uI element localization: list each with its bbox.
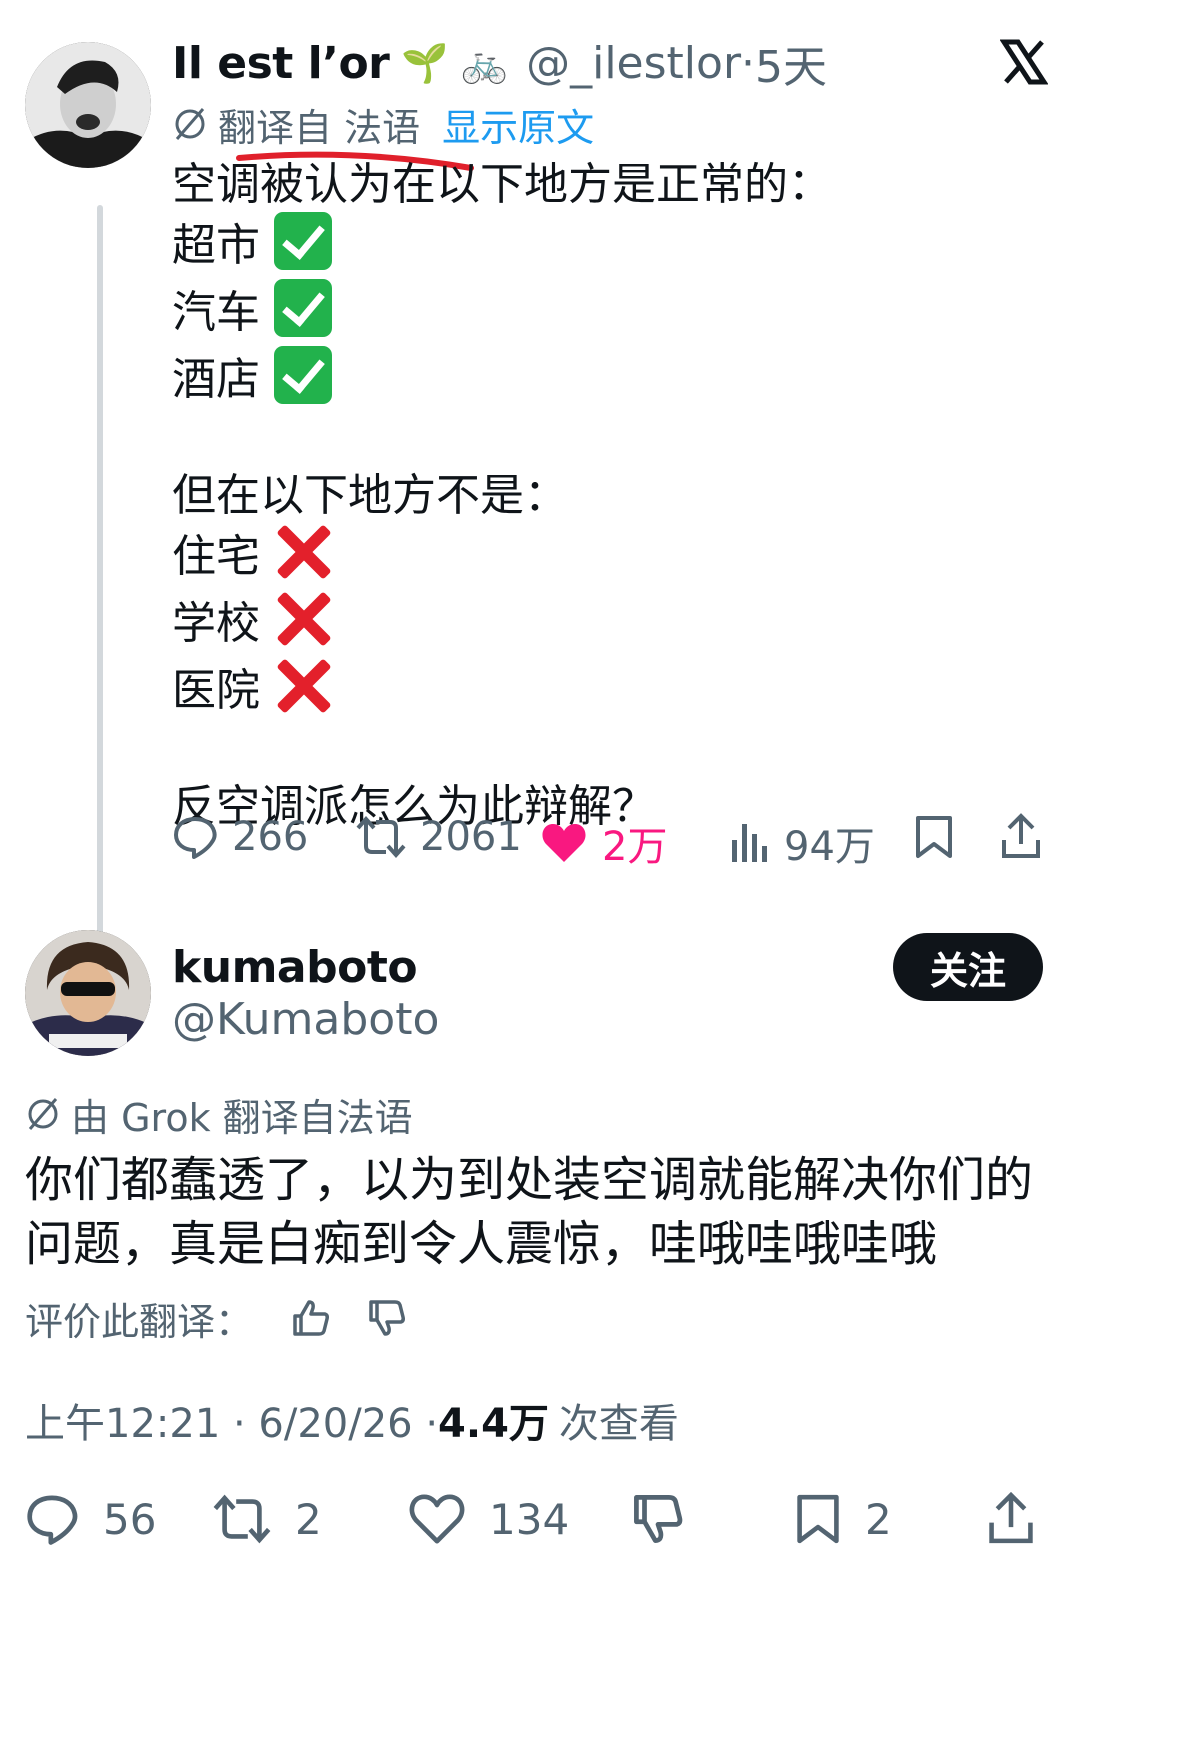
no-item-label: 医院 [172, 665, 260, 716]
author-name[interactable]: Il est l’or [172, 38, 390, 89]
separator: · [741, 37, 756, 89]
like-button[interactable]: 2万 [540, 814, 667, 872]
repost-count: 2 [295, 1494, 322, 1544]
reply-button[interactable]: 56 [25, 1492, 156, 1546]
reply-author-handle[interactable]: @Kumaboto [172, 992, 439, 1048]
check-icon [274, 279, 332, 337]
yes-item-label: 超市 [172, 220, 260, 271]
reply-count: 266 [232, 814, 309, 860]
yes-item: 汽车 [172, 279, 1072, 346]
no-item-label: 住宅 [172, 531, 260, 582]
views-icon [732, 824, 767, 862]
share-icon [989, 1491, 1033, 1544]
avatar[interactable] [25, 42, 151, 168]
reply-views-label: 次查看 [558, 1401, 679, 1447]
like-count: 2万 [602, 824, 668, 870]
translate-icon [172, 106, 208, 142]
no-item: 住宅 [172, 523, 1072, 590]
views-button[interactable]: 94万 [730, 814, 875, 872]
bookmark-count: 2 [865, 1494, 892, 1544]
cross-icon [274, 523, 332, 581]
dislike-button[interactable] [631, 1492, 685, 1550]
bookmark-icon [916, 816, 952, 858]
reply-body: 你们都蠢透了，以为到处装空调就能解决你们的 问题，真是白痴到令人震惊，哇哦哇哦哇… [25, 1148, 1165, 1276]
cross-icon [274, 590, 332, 648]
author-handle[interactable]: @_ilestlor [526, 38, 741, 89]
heart-filled-icon [542, 824, 586, 862]
yes-item-label: 汽车 [172, 287, 260, 338]
thumbs-down-icon[interactable] [367, 1298, 407, 1338]
reply-count: 56 [103, 1494, 157, 1544]
check-icon [274, 212, 332, 270]
translated-by-label: 由 Grok 翻译自法语 [71, 1095, 413, 1140]
like-count: 134 [489, 1494, 570, 1544]
share-button[interactable] [1000, 812, 1042, 864]
check-icon [274, 346, 332, 404]
thumbs-up-icon[interactable] [291, 1298, 331, 1338]
tweet-body: 空调被认为在以下地方是正常的： 超市 汽车 酒店 但在以下地方不是： 住宅 学校… [172, 152, 1072, 840]
share-icon [1002, 813, 1040, 858]
thumbs-down-icon [634, 1495, 683, 1543]
rate-translation-label: 评价此翻译： [25, 1299, 254, 1344]
post-time[interactable]: 5天 [755, 31, 827, 95]
repost-button[interactable]: 2061 [356, 814, 522, 860]
no-item: 医院 [172, 657, 1072, 724]
reply-author-name[interactable]: kumaboto [172, 940, 418, 996]
yes-item: 酒店 [172, 346, 1072, 413]
no-item-label: 学校 [172, 598, 260, 649]
no-item: 学校 [172, 590, 1072, 657]
follow-button[interactable]: 关注 [893, 933, 1043, 1001]
heart-icon [409, 1494, 465, 1544]
tweet-action-bar: 266 2061 2万 94万 [172, 810, 1052, 870]
reply-icon [174, 817, 217, 859]
yes-item-label: 酒店 [172, 354, 260, 405]
reply-button[interactable]: 266 [172, 814, 308, 860]
reply-timestamp[interactable]: 上午12:21 · 6/20/26 · [25, 1391, 438, 1449]
reply-action-bar: 56 2 134 2 [25, 1490, 1175, 1550]
translate-icon [25, 1096, 61, 1132]
intro-text: 空调被认为在以下地方是正常的： [172, 159, 832, 210]
author-emojis: 🌱 🚲 [401, 40, 509, 85]
middle-text: 但在以下地方不是： [172, 470, 568, 521]
bookmark-button[interactable] [914, 814, 954, 864]
like-button[interactable]: 134 [409, 1492, 569, 1546]
share-button[interactable] [987, 1490, 1035, 1550]
bookmark-icon [797, 1494, 839, 1544]
x-logo-icon[interactable] [999, 38, 1049, 86]
thread-line [97, 205, 103, 1031]
reply-views-count: 4.4万 [438, 1401, 549, 1447]
repost-count: 2061 [420, 814, 522, 860]
repost-button[interactable]: 2 [213, 1492, 322, 1546]
reply-icon [27, 1495, 78, 1545]
yes-item: 超市 [172, 212, 1072, 279]
avatar[interactable] [25, 930, 151, 1056]
reply-text-line: 问题，真是白痴到令人震惊，哇哦哇哦哇哦 [25, 1216, 938, 1272]
bookmark-button[interactable]: 2 [795, 1492, 892, 1546]
cross-icon [274, 657, 332, 715]
views-count: 94万 [784, 824, 875, 870]
translated-from-label: 翻译自 法语 [218, 105, 421, 150]
repost-icon [213, 1494, 271, 1544]
show-original-link[interactable]: 显示原文 [442, 97, 594, 152]
reply-text-line: 你们都蠢透了，以为到处装空调就能解决你们的 [25, 1152, 1034, 1208]
repost-icon [356, 815, 406, 859]
